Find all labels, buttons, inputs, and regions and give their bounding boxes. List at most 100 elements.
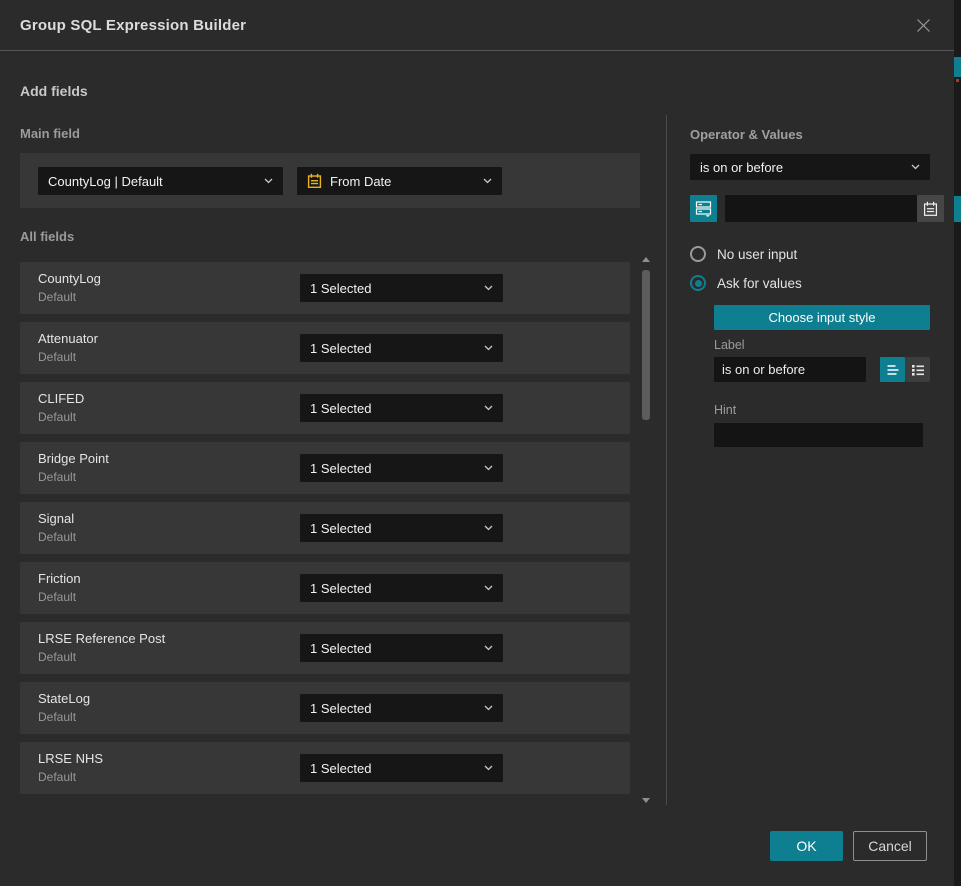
label-field-label: Label bbox=[714, 338, 930, 352]
operator-select-value: is on or before bbox=[700, 160, 783, 175]
field-values-select-value: 1 Selected bbox=[310, 641, 371, 656]
backdrop-accent-mark bbox=[954, 196, 961, 222]
field-name: Friction bbox=[38, 571, 81, 586]
field-name: CLIFED bbox=[38, 391, 84, 406]
scroll-down-icon[interactable] bbox=[642, 798, 650, 803]
field-values-select-value: 1 Selected bbox=[310, 701, 371, 716]
group-sql-expression-builder-dialog: Group SQL Expression Builder Add fields … bbox=[0, 0, 961, 886]
field-subtitle: Default bbox=[38, 650, 76, 664]
field-row: LRSE NHS Default 1 Selected bbox=[20, 742, 630, 794]
field-name: LRSE Reference Post bbox=[38, 631, 165, 646]
field-subtitle: Default bbox=[38, 710, 76, 724]
label-style-toggle-group bbox=[880, 357, 930, 382]
field-row: CountyLog Default 1 Selected bbox=[20, 262, 630, 314]
radio-no-user-input[interactable]: No user input bbox=[690, 246, 797, 262]
calendar-icon bbox=[923, 201, 938, 217]
field-subtitle: Default bbox=[38, 470, 76, 484]
chevron-down-icon bbox=[484, 525, 493, 531]
field-values-select[interactable]: 1 Selected bbox=[300, 694, 503, 722]
list-view-button[interactable] bbox=[905, 357, 930, 382]
field-subtitle: Default bbox=[38, 770, 76, 784]
field-values-select-value: 1 Selected bbox=[310, 581, 371, 596]
align-left-icon bbox=[885, 362, 901, 378]
field-values-select[interactable]: 1 Selected bbox=[300, 514, 503, 542]
field-row: Bridge Point Default 1 Selected bbox=[20, 442, 630, 494]
field-name: StateLog bbox=[38, 691, 90, 706]
field-values-select-value: 1 Selected bbox=[310, 281, 371, 296]
value-input-wrap bbox=[725, 195, 944, 222]
value-input-row bbox=[690, 195, 930, 222]
chevron-down-icon bbox=[484, 645, 493, 651]
radio-label: Ask for values bbox=[717, 276, 802, 291]
align-left-button[interactable] bbox=[880, 357, 905, 382]
cancel-button[interactable]: Cancel bbox=[853, 831, 927, 861]
field-values-select[interactable]: 1 Selected bbox=[300, 754, 503, 782]
chevron-down-icon bbox=[484, 345, 493, 351]
field-name: Signal bbox=[38, 511, 74, 526]
main-field-card: CountyLog | Default From Date bbox=[20, 153, 640, 208]
field-values-select[interactable]: 1 Selected bbox=[300, 574, 503, 602]
field-subtitle: Default bbox=[38, 290, 76, 304]
field-values-select-value: 1 Selected bbox=[310, 341, 371, 356]
dialog-title: Group SQL Expression Builder bbox=[20, 17, 246, 34]
field-values-select[interactable]: 1 Selected bbox=[300, 634, 503, 662]
date-picker-button[interactable] bbox=[917, 195, 944, 222]
operator-values-heading: Operator & Values bbox=[690, 127, 803, 142]
field-values-select[interactable]: 1 Selected bbox=[300, 274, 503, 302]
hint-field-label: Hint bbox=[714, 403, 930, 417]
field-row: Friction Default 1 Selected bbox=[20, 562, 630, 614]
field-values-select-value: 1 Selected bbox=[310, 521, 371, 536]
chevron-down-icon bbox=[484, 765, 493, 771]
field-row: StateLog Default 1 Selected bbox=[20, 682, 630, 734]
dialog-header: Group SQL Expression Builder bbox=[0, 0, 954, 51]
main-field-layer-select[interactable]: CountyLog | Default bbox=[38, 167, 283, 195]
chevron-down-icon bbox=[484, 405, 493, 411]
radio-ask-for-values[interactable]: Ask for values bbox=[690, 275, 802, 291]
field-subtitle: Default bbox=[38, 530, 76, 544]
ok-button[interactable]: OK bbox=[770, 831, 843, 861]
field-values-select[interactable]: 1 Selected bbox=[300, 334, 503, 362]
field-values-select[interactable]: 1 Selected bbox=[300, 394, 503, 422]
input-type-button[interactable] bbox=[690, 195, 717, 222]
all-fields-list: CountyLog Default 1 Selected Attenuator … bbox=[20, 262, 630, 802]
field-name: Bridge Point bbox=[38, 451, 109, 466]
choose-input-style-button[interactable]: Choose input style bbox=[714, 305, 930, 330]
value-input[interactable] bbox=[725, 195, 917, 222]
backdrop-edge bbox=[954, 0, 961, 886]
bulleted-list-icon bbox=[910, 362, 926, 378]
chevron-down-icon bbox=[484, 465, 493, 471]
field-values-select[interactable]: 1 Selected bbox=[300, 454, 503, 482]
main-field-layer-select-value: CountyLog | Default bbox=[48, 174, 163, 189]
backdrop-speck bbox=[956, 79, 959, 82]
chevron-down-icon bbox=[484, 285, 493, 291]
field-row: Attenuator Default 1 Selected bbox=[20, 322, 630, 374]
field-subtitle: Default bbox=[38, 410, 76, 424]
scroll-up-icon[interactable] bbox=[642, 257, 650, 262]
ask-for-values-section: Choose input style Label bbox=[714, 305, 930, 447]
chevron-down-icon bbox=[484, 585, 493, 591]
chevron-down-icon bbox=[911, 164, 920, 170]
chevron-down-icon bbox=[264, 178, 273, 184]
panel-divider bbox=[666, 115, 667, 805]
chevron-down-icon bbox=[483, 178, 492, 184]
radio-circle-icon bbox=[690, 246, 706, 262]
label-input-row bbox=[714, 357, 930, 382]
fields-scrollbar[interactable] bbox=[641, 255, 651, 805]
main-field-field-select-value: From Date bbox=[330, 174, 391, 189]
scrollbar-thumb[interactable] bbox=[642, 270, 650, 420]
operator-select[interactable]: is on or before bbox=[690, 154, 930, 180]
field-subtitle: Default bbox=[38, 350, 76, 364]
backdrop-accent-mark bbox=[954, 57, 961, 77]
main-field-field-select[interactable]: From Date bbox=[297, 167, 502, 195]
field-row: Signal Default 1 Selected bbox=[20, 502, 630, 554]
stacked-inputs-icon bbox=[695, 200, 712, 217]
calendar-date-icon bbox=[307, 173, 322, 189]
field-name: CountyLog bbox=[38, 271, 101, 286]
hint-input[interactable] bbox=[714, 423, 923, 447]
label-input[interactable] bbox=[714, 357, 866, 382]
field-subtitle: Default bbox=[38, 590, 76, 604]
field-values-select-value: 1 Selected bbox=[310, 401, 371, 416]
field-row: CLIFED Default 1 Selected bbox=[20, 382, 630, 434]
main-field-heading: Main field bbox=[20, 126, 80, 141]
close-button[interactable] bbox=[911, 13, 936, 38]
